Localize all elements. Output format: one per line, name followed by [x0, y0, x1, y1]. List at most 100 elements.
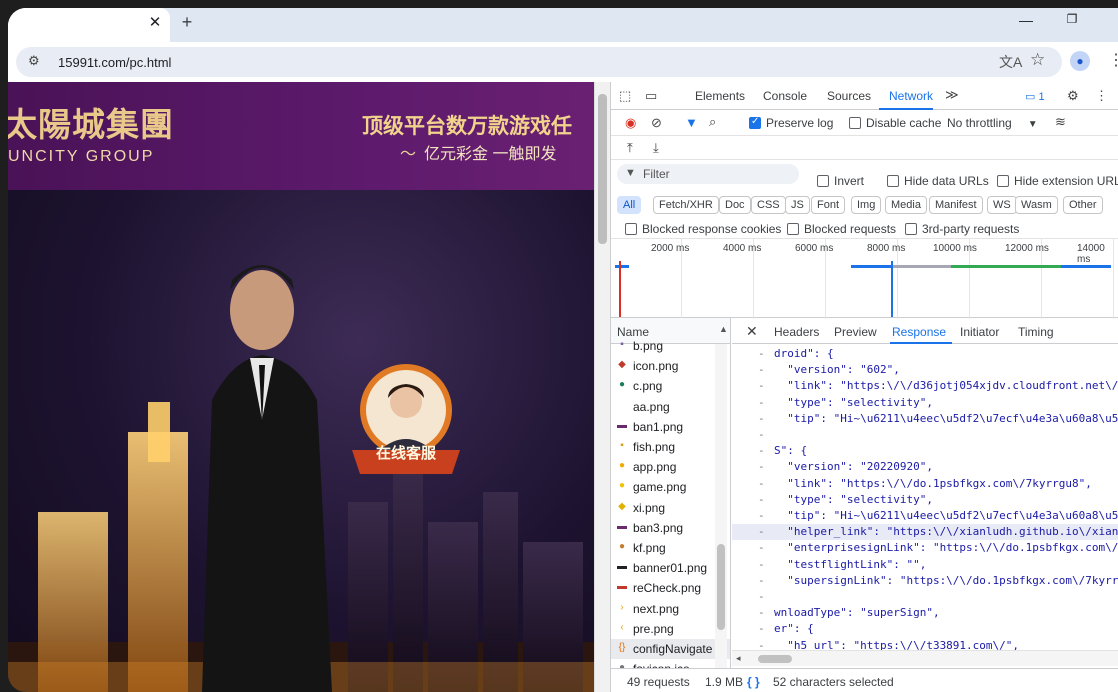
url-text[interactable]: 15991t.com/pc.html [58, 55, 171, 70]
profile-icon[interactable]: ● [1070, 51, 1090, 71]
star-icon[interactable]: ☆ [1030, 50, 1045, 70]
hide-extension-urls-check[interactable] [997, 175, 1009, 187]
request-row[interactable]: aa.png [611, 397, 730, 417]
preserve-log-checkbox[interactable]: Preserve log [749, 116, 833, 130]
browser-tab[interactable]: ✕ [8, 8, 170, 42]
filter-wasm[interactable]: Wasm [1015, 196, 1058, 214]
minimize-button[interactable]: — [1014, 12, 1038, 32]
fold-marker[interactable]: - [758, 639, 765, 650]
fold-marker[interactable]: - [758, 590, 765, 603]
import-har-icon[interactable]: ⤒ [627, 141, 633, 155]
invert-checkbox[interactable]: Invert [817, 174, 864, 188]
inspect-element-icon[interactable]: ⬚ [619, 89, 631, 103]
request-row[interactable]: ● c.png [611, 376, 730, 396]
request-row[interactable]: ▪ fish.png [611, 437, 730, 457]
disable-cache-check[interactable] [849, 117, 861, 129]
pretty-print-icon[interactable]: { } [747, 675, 760, 689]
fold-marker[interactable]: - [758, 363, 765, 376]
hide-extension-urls-checkbox[interactable]: Hide extension URLs [997, 174, 1118, 188]
filter-all[interactable]: All [617, 196, 642, 214]
filter-doc[interactable]: Doc [719, 196, 751, 214]
disable-cache-checkbox[interactable]: Disable cache [849, 116, 941, 130]
filter-other[interactable]: Other [1063, 196, 1103, 214]
fold-marker[interactable]: - [758, 460, 765, 473]
tab-response[interactable]: Response [892, 325, 946, 339]
filter-manifest[interactable]: Manifest [929, 196, 983, 214]
site-logo[interactable]: 太陽城集團 [8, 98, 174, 146]
fold-marker[interactable]: - [758, 347, 765, 360]
fold-marker[interactable]: - [758, 428, 765, 441]
request-row[interactable]: › next.png [611, 599, 730, 619]
page-scrollbar-thumb[interactable] [598, 94, 607, 244]
fold-marker[interactable]: - [758, 558, 765, 571]
fold-marker[interactable]: - [758, 444, 765, 457]
fold-marker[interactable]: - [758, 509, 765, 522]
tab-preview[interactable]: Preview [834, 325, 877, 339]
invert-check[interactable] [817, 175, 829, 187]
tab-elements[interactable]: Elements [695, 89, 745, 103]
page-scrollbar[interactable] [594, 82, 610, 692]
request-row[interactable]: ▬ ban1.png [611, 417, 730, 437]
fold-marker[interactable]: - [758, 541, 765, 554]
filter-img[interactable]: Img [851, 196, 882, 214]
restore-button[interactable]: ❐ [1060, 12, 1084, 32]
customer-service-label[interactable]: 在线客服 [344, 442, 468, 463]
fold-marker[interactable]: - [758, 622, 765, 635]
request-row[interactable]: ● game.png [611, 477, 730, 497]
fold-marker[interactable]: - [758, 477, 765, 490]
filter-funnel-icon[interactable]: ▼ [685, 116, 698, 130]
clear-icon[interactable]: ⊘ [651, 116, 662, 130]
third-party-check[interactable] [905, 223, 917, 235]
tab-sources[interactable]: Sources [827, 89, 871, 103]
request-row[interactable]: ▬ reCheck.png [611, 578, 730, 598]
menu-icon[interactable]: ⋮ [1108, 50, 1118, 70]
site-settings-icon[interactable]: ⚙ [28, 53, 40, 69]
fold-marker[interactable]: - [758, 606, 765, 619]
blocked-cookies-check[interactable] [625, 223, 637, 235]
close-icon[interactable]: ✕ [746, 323, 758, 340]
customer-service-badge[interactable] [344, 358, 468, 482]
filter-ws[interactable]: WS [987, 196, 1017, 214]
tab-console[interactable]: Console [763, 89, 807, 103]
tab-initiator[interactable]: Initiator [960, 325, 999, 339]
fold-marker[interactable]: - [758, 379, 765, 392]
response-body[interactable]: - droid": {- "version": "602", - "link": "… [732, 344, 1118, 650]
filter-fetch-xhr[interactable]: Fetch/XHR [653, 196, 719, 214]
hide-data-urls-check[interactable] [887, 175, 899, 187]
tab-network[interactable]: Network [889, 89, 933, 103]
record-stop-icon[interactable]: ◉ [625, 116, 636, 130]
more-tabs-icon[interactable]: ≫ [945, 88, 959, 102]
device-toolbar-icon[interactable]: ▭ [645, 89, 657, 103]
request-row[interactable]: ▪ b.png [611, 336, 730, 356]
name-list-scrollbar[interactable] [715, 344, 727, 668]
blocked-requests-check[interactable] [787, 223, 799, 235]
request-row[interactable]: ◆ xi.png [611, 498, 730, 518]
filter-css[interactable]: CSS [751, 196, 786, 214]
translate-icon[interactable]: 文A [999, 52, 1022, 72]
fold-marker[interactable]: - [758, 412, 765, 425]
filter-media[interactable]: Media [885, 196, 927, 214]
tab-headers[interactable]: Headers [774, 325, 819, 339]
filter-input[interactable]: ▼ Filter [617, 164, 799, 184]
throttling-select[interactable]: No throttling ▼ [947, 116, 1038, 130]
close-icon[interactable]: ✕ [144, 12, 166, 34]
request-row[interactable]: ◆ icon.png [611, 356, 730, 376]
network-conditions-icon[interactable]: ≋ [1055, 115, 1066, 129]
hide-data-urls-checkbox[interactable]: Hide data URLs [887, 174, 989, 188]
fold-marker[interactable]: - [758, 574, 765, 587]
tab-timing[interactable]: Timing [1018, 325, 1054, 339]
request-row[interactable]: ▬ banner01.png [611, 558, 730, 578]
blocked-cookies-checkbox[interactable]: Blocked response cookies [625, 222, 781, 236]
more-options-icon[interactable]: ⋮ [1095, 89, 1108, 103]
third-party-checkbox[interactable]: 3rd-party requests [905, 222, 1019, 236]
network-overview-timeline[interactable]: 2000 ms 4000 ms 6000 ms 8000 ms 10000 ms… [611, 238, 1118, 319]
fold-marker[interactable]: - [758, 525, 765, 538]
request-row[interactable]: ● kf.png [611, 538, 730, 558]
request-row[interactable]: ● app.png [611, 457, 730, 477]
address-bar[interactable]: ⚙ 15991t.com/pc.html 文A ☆ [16, 47, 1062, 77]
response-scrollbar-thumb[interactable] [758, 655, 792, 663]
search-icon[interactable]: ⌕ [709, 115, 716, 129]
sort-ascending-icon[interactable]: ▲ [719, 324, 728, 334]
filter-font[interactable]: Font [811, 196, 846, 214]
name-list-scrollbar-thumb[interactable] [717, 544, 725, 630]
